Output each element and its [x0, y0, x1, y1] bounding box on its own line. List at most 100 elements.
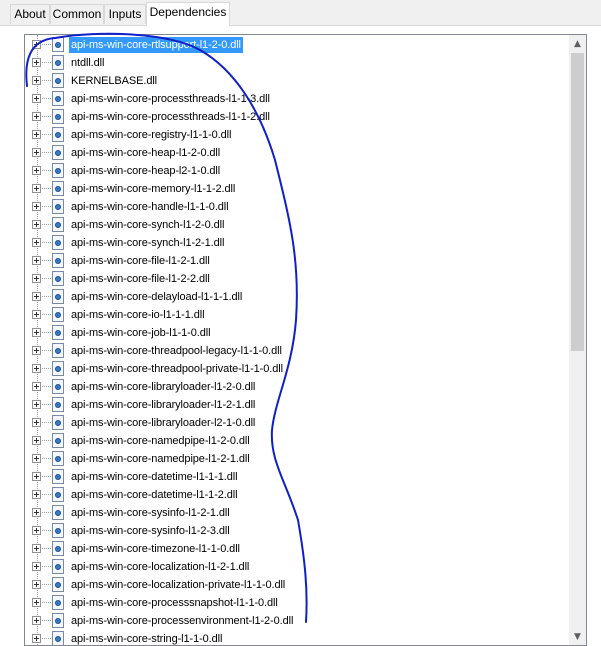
tree-node-label: api-ms-win-core-processsnapshot-l1-1-0.d… [71, 597, 278, 609]
tree-guide-line [42, 512, 51, 513]
expand-plus-icon[interactable] [32, 382, 41, 391]
expand-plus-icon[interactable] [32, 256, 41, 265]
tree-node[interactable]: api-ms-win-core-rtlsupport-l1-2-0.dll [25, 36, 569, 54]
tab-common[interactable]: Common [50, 4, 104, 24]
tree-node[interactable]: ntdll.dll [25, 54, 569, 72]
tree-node[interactable]: api-ms-win-core-memory-l1-1-2.dll [25, 180, 569, 198]
tree-node[interactable]: KERNELBASE.dll [25, 72, 569, 90]
tree-node[interactable]: api-ms-win-core-synch-l1-2-1.dll [25, 234, 569, 252]
dll-file-icon [52, 361, 64, 376]
expand-plus-icon[interactable] [32, 436, 41, 445]
expand-plus-icon[interactable] [32, 634, 41, 643]
expand-plus-icon[interactable] [32, 454, 41, 463]
tab-inputs[interactable]: Inputs [104, 4, 146, 24]
expand-plus-icon[interactable] [32, 490, 41, 499]
expand-plus-icon[interactable] [32, 40, 41, 49]
tree-node-label: api-ms-win-core-threadpool-private-l1-1-… [71, 363, 283, 375]
expand-plus-icon[interactable] [32, 220, 41, 229]
tree-node[interactable]: api-ms-win-core-job-l1-1-0.dll [25, 324, 569, 342]
expand-plus-icon[interactable] [32, 364, 41, 373]
tree-guide-line [42, 476, 51, 477]
tab-dependencies[interactable]: Dependencies [146, 2, 230, 26]
tree-node[interactable]: api-ms-win-core-heap-l2-1-0.dll [25, 162, 569, 180]
dll-file-icon [52, 559, 64, 574]
expand-plus-icon[interactable] [32, 544, 41, 553]
expand-plus-icon[interactable] [32, 58, 41, 67]
tree-node[interactable]: api-ms-win-core-registry-l1-1-0.dll [25, 126, 569, 144]
tree-node[interactable]: api-ms-win-core-io-l1-1-1.dll [25, 306, 569, 324]
tree-node-label: api-ms-win-core-delayload-l1-1-1.dll [71, 291, 243, 303]
tree-node[interactable]: api-ms-win-core-localization-private-l1-… [25, 576, 569, 594]
dll-file-icon [52, 451, 64, 466]
scroll-up-icon[interactable]: ▲ [569, 35, 586, 52]
expand-plus-icon[interactable] [32, 112, 41, 121]
tree-node[interactable]: api-ms-win-core-processthreads-l1-1-3.dl… [25, 90, 569, 108]
expand-plus-icon[interactable] [32, 274, 41, 283]
expand-plus-icon[interactable] [32, 94, 41, 103]
tab-about[interactable]: About [10, 4, 50, 24]
tree-node[interactable]: api-ms-win-core-handle-l1-1-0.dll [25, 198, 569, 216]
expand-plus-icon[interactable] [32, 418, 41, 427]
tree-guide-line [42, 530, 51, 531]
tree-node[interactable]: api-ms-win-core-sysinfo-l1-2-3.dll [25, 522, 569, 540]
tree-node[interactable]: api-ms-win-core-namedpipe-l1-2-0.dll [25, 432, 569, 450]
expand-plus-icon[interactable] [32, 130, 41, 139]
tree-node[interactable]: api-ms-win-core-localization-l1-2-1.dll [25, 558, 569, 576]
tree-node[interactable]: api-ms-win-core-libraryloader-l1-2-0.dll [25, 378, 569, 396]
tree-node[interactable]: api-ms-win-core-file-l1-2-2.dll [25, 270, 569, 288]
expand-plus-icon[interactable] [32, 580, 41, 589]
tree-guide-line [42, 80, 51, 81]
dll-file-icon [52, 325, 64, 340]
expand-plus-icon[interactable] [32, 310, 41, 319]
scroll-thumb[interactable] [571, 53, 584, 351]
tree-node[interactable]: api-ms-win-core-string-l1-1-0.dll [25, 630, 569, 645]
tree-guide-line [42, 62, 51, 63]
expand-plus-icon[interactable] [32, 472, 41, 481]
tree-node-label: api-ms-win-core-datetime-l1-1-1.dll [71, 471, 238, 483]
tree-guide-line [42, 98, 51, 99]
expand-plus-icon[interactable] [32, 184, 41, 193]
dll-file-icon [52, 397, 64, 412]
expand-plus-icon[interactable] [32, 202, 41, 211]
expand-plus-icon[interactable] [32, 166, 41, 175]
expand-plus-icon[interactable] [32, 148, 41, 157]
dll-file-icon [52, 145, 64, 160]
tree-node[interactable]: api-ms-win-core-file-l1-2-1.dll [25, 252, 569, 270]
expand-plus-icon[interactable] [32, 238, 41, 247]
expand-plus-icon[interactable] [32, 328, 41, 337]
expand-plus-icon[interactable] [32, 76, 41, 85]
tree-node-label: api-ms-win-core-namedpipe-l1-2-0.dll [71, 435, 250, 447]
tree-node[interactable]: api-ms-win-core-processsnapshot-l1-1-0.d… [25, 594, 569, 612]
tree-node[interactable]: api-ms-win-core-datetime-l1-1-1.dll [25, 468, 569, 486]
expand-plus-icon[interactable] [32, 526, 41, 535]
expand-plus-icon[interactable] [32, 292, 41, 301]
tree-node-label: api-ms-win-core-namedpipe-l1-2-1.dll [71, 453, 250, 465]
tree-node[interactable]: api-ms-win-core-libraryloader-l2-1-0.dll [25, 414, 569, 432]
dependency-tree[interactable]: api-ms-win-core-rtlsupport-l1-2-0.dll ntd… [24, 34, 587, 646]
tree-guide-line [42, 620, 51, 621]
expand-plus-icon[interactable] [32, 598, 41, 607]
tree-guide-line [42, 116, 51, 117]
tree-node[interactable]: api-ms-win-core-threadpool-private-l1-1-… [25, 360, 569, 378]
tree-node[interactable]: api-ms-win-core-timezone-l1-1-0.dll [25, 540, 569, 558]
expand-plus-icon[interactable] [32, 508, 41, 517]
expand-plus-icon[interactable] [32, 400, 41, 409]
tree-node[interactable]: api-ms-win-core-delayload-l1-1-1.dll [25, 288, 569, 306]
tree-node[interactable]: api-ms-win-core-datetime-l1-1-2.dll [25, 486, 569, 504]
tree-node[interactable]: api-ms-win-core-synch-l1-2-0.dll [25, 216, 569, 234]
tree-node[interactable]: api-ms-win-core-sysinfo-l1-2-1.dll [25, 504, 569, 522]
tree-node-label: api-ms-win-core-memory-l1-1-2.dll [71, 183, 236, 195]
tree-node[interactable]: api-ms-win-core-namedpipe-l1-2-1.dll [25, 450, 569, 468]
tree-node[interactable]: api-ms-win-core-threadpool-legacy-l1-1-0… [25, 342, 569, 360]
tree-guide-line [42, 224, 51, 225]
expand-plus-icon[interactable] [32, 346, 41, 355]
expand-plus-icon[interactable] [32, 562, 41, 571]
tree-node[interactable]: api-ms-win-core-libraryloader-l1-2-1.dll [25, 396, 569, 414]
tree-node[interactable]: api-ms-win-core-processenvironment-l1-2-… [25, 612, 569, 630]
vertical-scrollbar[interactable]: ▲ ▼ [569, 35, 586, 645]
expand-plus-icon[interactable] [32, 616, 41, 625]
scroll-down-icon[interactable]: ▼ [569, 628, 586, 645]
tree-node[interactable]: api-ms-win-core-heap-l1-2-0.dll [25, 144, 569, 162]
tree-node[interactable]: api-ms-win-core-processthreads-l1-1-2.dl… [25, 108, 569, 126]
tree-guide-line [42, 314, 51, 315]
